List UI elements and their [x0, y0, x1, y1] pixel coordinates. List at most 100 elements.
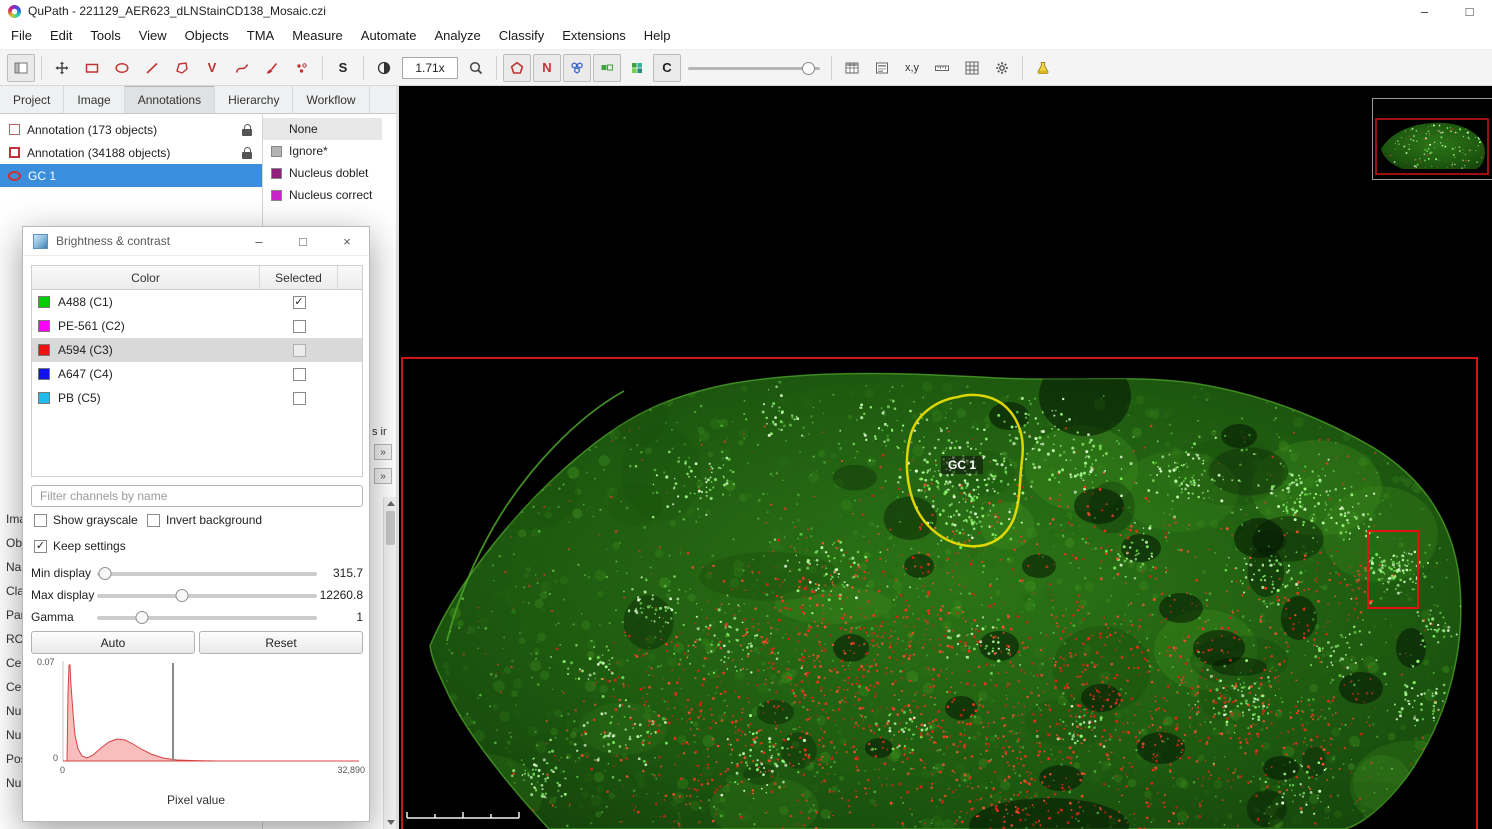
measurement-map-button[interactable] — [868, 54, 896, 82]
channel-checkbox[interactable]: ✓ — [292, 295, 306, 309]
menu-automate[interactable]: Automate — [352, 28, 426, 43]
slider-thumb[interactable] — [175, 589, 189, 602]
slider-thumb[interactable] — [98, 567, 112, 580]
grid-icon — [965, 61, 979, 74]
menu-objects[interactable]: Objects — [176, 28, 238, 43]
opacity-slider-track[interactable] — [688, 66, 820, 70]
image-viewer[interactable]: GC 1 — [399, 86, 1492, 829]
menu-tools[interactable]: Tools — [81, 28, 129, 43]
channel-checkbox[interactable] — [292, 367, 306, 381]
expand-pane-button[interactable]: » — [374, 468, 392, 484]
channel-row-selected[interactable]: A594 (C3) — [32, 338, 362, 362]
opacity-slider-thumb[interactable] — [802, 61, 815, 75]
menu-help[interactable]: Help — [635, 28, 680, 43]
class-item-nucleus-doblet[interactable]: Nucleus doblet — [263, 162, 382, 184]
tab-image[interactable]: Image — [64, 86, 125, 113]
dialog-minimize-button[interactable]: – — [237, 227, 281, 255]
selection-mode-button[interactable]: S — [329, 54, 357, 82]
tab-annotations[interactable]: Annotations — [124, 86, 216, 113]
scroll-down-icon[interactable] — [386, 820, 395, 825]
gamma-slider[interactable] — [97, 611, 317, 624]
menu-file[interactable]: File — [2, 28, 41, 43]
points-tool-button[interactable] — [288, 54, 316, 82]
auto-button[interactable]: Auto — [31, 631, 195, 654]
opacity-slider[interactable] — [688, 55, 820, 81]
fill-detections-button[interactable] — [593, 53, 621, 82]
channel-checkbox[interactable] — [292, 391, 306, 405]
menu-classify[interactable]: Classify — [490, 28, 554, 43]
checkbox[interactable]: ✓ — [34, 539, 47, 553]
class-item-nucleus-correct[interactable]: Nucleus correct — [263, 184, 382, 206]
class-item-none[interactable]: None — [263, 118, 382, 140]
lock-icon[interactable] — [242, 146, 252, 159]
reset-button[interactable]: Reset — [199, 631, 363, 654]
slider-label: Max display — [31, 588, 95, 602]
slider-thumb[interactable] — [135, 611, 149, 624]
rectangle-tool-button[interactable] — [78, 54, 106, 82]
annotation-list-item-selected[interactable]: GC 1 — [0, 164, 262, 187]
dialog-maximize-button[interactable]: □ — [281, 227, 325, 255]
dialog-close-button[interactable]: × — [325, 227, 369, 255]
menu-tma[interactable]: TMA — [238, 28, 283, 43]
channel-checkbox[interactable] — [292, 343, 306, 357]
brightness-contrast-button[interactable] — [370, 54, 398, 82]
menu-measure[interactable]: Measure — [283, 28, 352, 43]
show-scalebar-button[interactable] — [928, 54, 956, 82]
show-grayscale-checkbox[interactable]: Show grayscale — [34, 513, 138, 527]
lock-icon[interactable] — [242, 123, 252, 136]
wand-tool-button[interactable]: V — [198, 54, 226, 82]
move-tool-button[interactable] — [48, 54, 76, 82]
dialog-title-bar[interactable]: Brightness & contrast – □ × — [23, 227, 369, 256]
show-overlay-button[interactable]: C — [653, 53, 681, 82]
ellipse-tool-button[interactable] — [108, 54, 136, 82]
menu-edit[interactable]: Edit — [41, 28, 81, 43]
scrollbar-thumb[interactable] — [385, 511, 395, 545]
classification-squares-icon — [632, 62, 642, 73]
annotation-list-item[interactable]: Annotation (34188 objects) — [0, 141, 262, 164]
panel-scrollbar[interactable] — [383, 497, 396, 829]
column-header-selected[interactable]: Selected — [260, 266, 338, 289]
menu-view[interactable]: View — [130, 28, 176, 43]
show-annotations-button[interactable] — [503, 53, 531, 82]
tab-workflow[interactable]: Workflow — [293, 86, 370, 113]
menu-analyze[interactable]: Analyze — [425, 28, 489, 43]
annotation-list-item[interactable]: Annotation (173 objects) — [0, 118, 262, 141]
toggle-analysis-pane-button[interactable] — [7, 53, 35, 82]
brush-tool-button[interactable] — [258, 54, 286, 82]
polyline-tool-button[interactable] — [228, 54, 256, 82]
tab-project[interactable]: Project — [0, 86, 65, 113]
show-names-button[interactable]: N — [533, 53, 561, 82]
checkbox[interactable] — [34, 513, 47, 527]
zoom-to-fit-button[interactable] — [462, 54, 490, 82]
keep-settings-checkbox[interactable]: ✓ Keep settings — [34, 539, 126, 553]
show-location-button[interactable]: x,y — [898, 54, 926, 82]
channel-row[interactable]: PB (C5) — [32, 386, 362, 410]
filter-channels-input[interactable] — [31, 485, 363, 507]
maximize-button[interactable]: □ — [1447, 0, 1492, 22]
column-header-color[interactable]: Color — [32, 266, 260, 289]
polygon-tool-button[interactable] — [168, 54, 196, 82]
memory-monitor-button[interactable] — [1029, 54, 1057, 82]
channel-checkbox[interactable] — [292, 319, 306, 333]
max-display-slider[interactable] — [97, 589, 317, 602]
channel-row[interactable]: A647 (C4) — [32, 362, 362, 386]
channel-row[interactable]: A488 (C1) ✓ — [32, 290, 362, 314]
checkbox[interactable] — [147, 513, 160, 527]
overview-thumbnail[interactable] — [1372, 98, 1492, 180]
line-tool-button[interactable] — [138, 54, 166, 82]
measurement-table-button[interactable] — [838, 54, 866, 82]
tab-hierarchy[interactable]: Hierarchy — [215, 86, 294, 113]
preferences-button[interactable] — [988, 54, 1016, 82]
invert-background-checkbox[interactable]: Invert background — [147, 513, 262, 527]
scroll-up-icon[interactable] — [386, 501, 395, 506]
class-item-ignore[interactable]: Ignore* — [263, 140, 382, 162]
show-detections-button[interactable] — [563, 53, 591, 82]
menu-extensions[interactable]: Extensions — [553, 28, 635, 43]
min-display-slider[interactable] — [97, 567, 317, 580]
magnification-field[interactable]: 1.71x — [402, 56, 458, 79]
show-classification-button[interactable] — [623, 54, 651, 82]
show-grid-button[interactable] — [958, 54, 986, 82]
channel-row[interactable]: PE-561 (C2) — [32, 314, 362, 338]
minimize-button[interactable]: – — [1402, 0, 1447, 22]
expand-pane-button[interactable]: » — [374, 444, 392, 460]
